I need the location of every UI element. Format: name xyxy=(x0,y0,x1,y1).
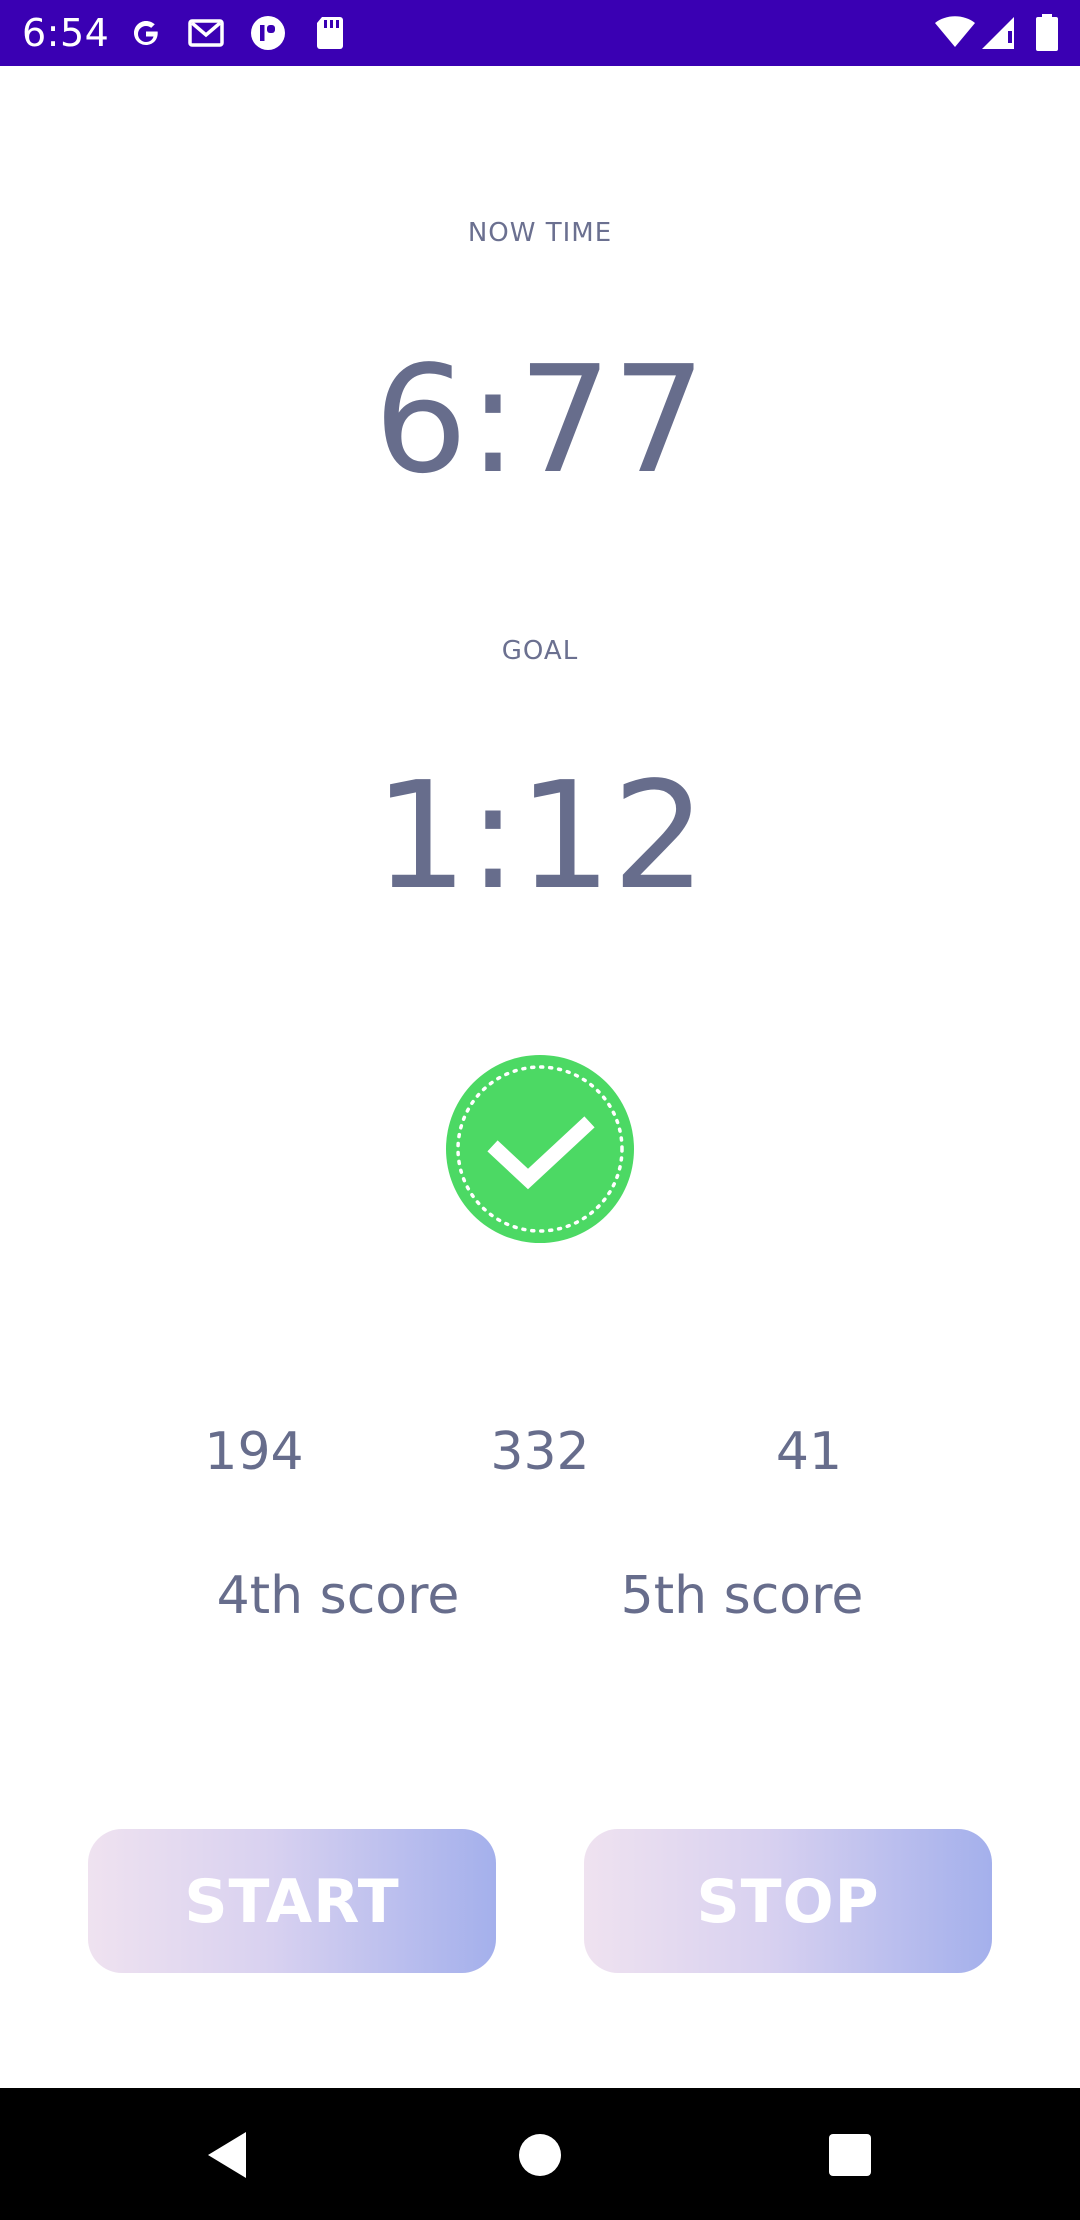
gmail-icon xyxy=(188,19,224,47)
score-label-4th: 4th score xyxy=(216,1566,460,1626)
status-time: 6:54 xyxy=(22,11,110,55)
back-icon[interactable] xyxy=(202,2128,256,2182)
stop-button[interactable]: STOP xyxy=(584,1829,992,1973)
app-icon xyxy=(251,16,285,50)
goal-value: 1:12 xyxy=(373,750,707,922)
now-time-label: NOW TIME xyxy=(467,218,613,248)
score-label-5th: 5th score xyxy=(620,1566,864,1626)
status-bar: 6:54 xyxy=(0,0,1080,66)
score-value-3: 41 xyxy=(775,1422,843,1482)
google-icon xyxy=(134,21,159,45)
score-value-1: 194 xyxy=(204,1422,304,1482)
score-value-2: 332 xyxy=(490,1422,590,1482)
cell-signal-icon xyxy=(982,17,1014,49)
recents-icon[interactable] xyxy=(823,2128,877,2182)
navigation-bar xyxy=(0,2088,1080,2220)
battery-icon xyxy=(1036,14,1058,51)
home-icon[interactable] xyxy=(513,2128,567,2182)
now-time-value: 6:77 xyxy=(373,334,707,506)
check-circle-icon xyxy=(446,1055,634,1243)
wifi-icon xyxy=(935,16,975,47)
goal-label: GOAL xyxy=(501,636,579,666)
start-button[interactable]: START xyxy=(88,1829,496,1973)
sd-card-icon xyxy=(317,17,343,49)
